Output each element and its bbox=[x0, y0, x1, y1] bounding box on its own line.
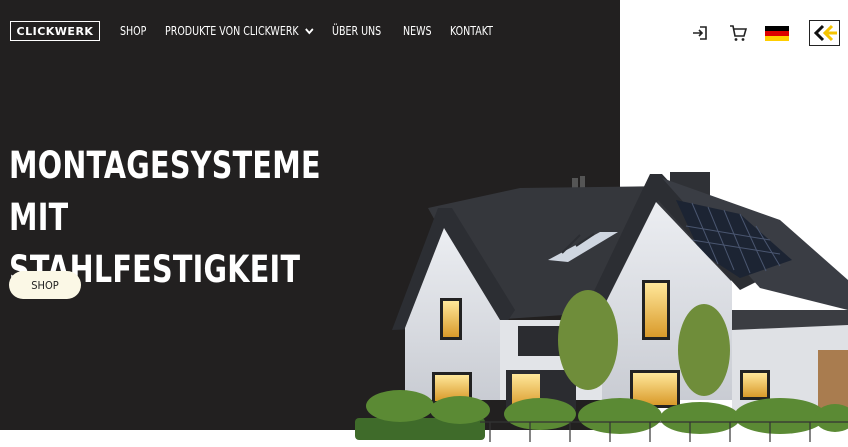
language-flag-de[interactable] bbox=[765, 25, 789, 41]
cart-button[interactable] bbox=[727, 22, 749, 44]
house-image bbox=[355, 172, 848, 442]
main-nav: SHOP PRODUKTE VON CLICKWERK ÜBER UNS NEW… bbox=[120, 24, 499, 38]
back-button[interactable] bbox=[809, 20, 840, 46]
nav-item-kontakt[interactable]: KONTAKT bbox=[450, 24, 493, 38]
nav-item-shop[interactable]: SHOP bbox=[120, 24, 146, 38]
login-button[interactable] bbox=[689, 22, 711, 44]
nav-label: KONTAKT bbox=[450, 24, 494, 38]
hero-shop-button[interactable]: SHOP bbox=[9, 271, 81, 299]
header-actions bbox=[689, 20, 840, 46]
hero-headline-line1: MONTAGESYSTEME MIT bbox=[9, 144, 321, 239]
nav-label: ÜBER UNS bbox=[331, 24, 382, 38]
login-icon bbox=[693, 26, 707, 40]
logo-text: CLICKWERK bbox=[16, 24, 94, 38]
nav-label: SHOP bbox=[120, 24, 147, 38]
nav-label: PRODUKTE VON CLICKWERK bbox=[164, 24, 299, 38]
chevron-down-icon bbox=[305, 28, 314, 35]
hero-shop-label: SHOP bbox=[31, 278, 59, 292]
back-arrow-icon bbox=[813, 24, 837, 42]
nav-item-produkte[interactable]: PRODUKTE VON CLICKWERK bbox=[165, 24, 315, 38]
nav-label: NEWS bbox=[402, 24, 432, 38]
nav-item-ueber-uns[interactable]: ÜBER UNS bbox=[332, 24, 381, 38]
flag-stripe-gold bbox=[765, 35, 789, 41]
cart-icon bbox=[730, 25, 747, 41]
nav-item-news[interactable]: NEWS bbox=[403, 24, 432, 38]
brand-logo[interactable]: CLICKWERK bbox=[10, 21, 100, 41]
